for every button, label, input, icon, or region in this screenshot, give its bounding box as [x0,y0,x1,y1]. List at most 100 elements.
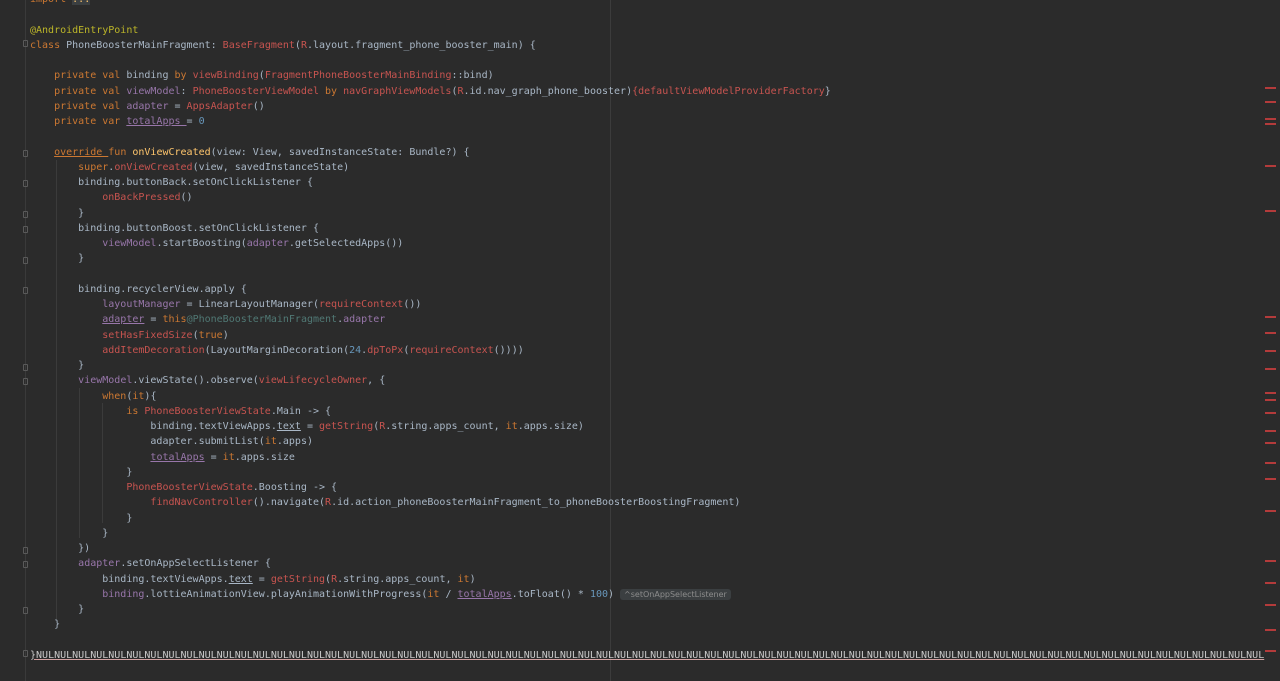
fold-marker-icon[interactable] [23,40,28,47]
code-editor[interactable]: import ... @AndroidEntryPoint class PhoneB… [0,0,1280,681]
code-token: class [30,39,67,51]
code-token: binding [126,70,175,82]
fold-marker-icon[interactable] [23,607,28,614]
code-line[interactable]: addItemDecoration(LayoutMarginDecoration… [30,343,1264,358]
code-token: import [30,0,72,5]
code-line[interactable]: super.onViewCreated(view, savedInstanceS… [30,160,1264,175]
code-line[interactable]: binding.recyclerView.apply { [30,282,1264,297]
code-line[interactable]: } [30,617,1264,632]
code-line[interactable]: @AndroidEntryPoint [30,23,1264,38]
code-line[interactable]: binding.textViewApps.text = getString(R.… [30,572,1264,587]
error-stripe-marker[interactable] [1265,368,1276,370]
code-line[interactable]: } [30,602,1264,617]
code-line[interactable]: override fun onViewCreated(view: View, s… [30,145,1264,160]
error-stripe-marker[interactable] [1265,165,1276,167]
code-line[interactable]: } [30,358,1264,373]
code-line[interactable]: adapter.setOnAppSelectListener { [30,556,1264,571]
code-token: dpToPx [367,344,404,356]
error-stripe-marker[interactable] [1265,332,1276,334]
code-line[interactable]: viewModel.startBoosting(adapter.getSelec… [30,236,1264,251]
code-line[interactable]: binding.buttonBack.setOnClickListener { [30,175,1264,190]
code-token: setHasFixedSize [102,329,193,341]
error-stripe-marker[interactable] [1265,392,1276,394]
code-line[interactable]: layoutManager = LinearLayoutManager(requ… [30,297,1264,312]
error-stripe-marker[interactable] [1265,462,1276,464]
error-stripe-marker[interactable] [1265,650,1276,652]
code-token: binding [102,588,145,600]
code-token: it [132,390,145,402]
code-token: super [30,161,109,173]
code-line[interactable]: private val adapter = AppsAdapter() [30,99,1264,114]
code-line[interactable]: } [30,511,1264,526]
code-line[interactable]: class PhoneBoosterMainFragment: BaseFrag… [30,38,1264,53]
code-token: it [264,436,277,448]
code-token: ) [222,329,229,341]
code-token: layoutManager [102,299,181,310]
fold-marker-icon[interactable] [23,150,28,157]
fold-marker-icon[interactable] [23,378,28,385]
error-stripe-marker[interactable] [1265,87,1276,89]
code-line[interactable] [30,129,1264,144]
code-line[interactable]: }NULNULNULNULNULNULNULNULNULNULNULNULNUL… [30,648,1264,663]
error-stripe-marker[interactable] [1265,629,1276,631]
code-line[interactable]: PhoneBoosterViewState.Boosting -> { [30,480,1264,495]
code-token: true [198,329,223,341]
code-line[interactable] [30,7,1264,22]
fold-marker-icon[interactable] [23,650,28,657]
code-area[interactable]: import ... @AndroidEntryPoint class PhoneB… [30,0,1264,663]
error-stripe-marker[interactable] [1265,316,1276,318]
code-token: .Main -> { [270,405,332,417]
error-stripe-marker[interactable] [1265,118,1276,120]
code-line[interactable]: }) [30,541,1264,556]
code-line[interactable]: adapter.submitList(it.apps) [30,434,1264,449]
code-line[interactable]: when(it){ [30,389,1264,404]
code-line[interactable]: is PhoneBoosterViewState.Main -> { [30,404,1264,419]
fold-marker-icon[interactable] [23,211,28,218]
code-token: binding.textViewApps. [30,421,277,432]
code-line[interactable]: viewModel.viewState().observe(viewLifecy… [30,373,1264,388]
fold-marker-icon[interactable] [23,287,28,294]
code-line[interactable]: binding.buttonBoost.setOnClickListener { [30,221,1264,236]
error-stripe-marker[interactable] [1265,510,1276,512]
error-stripe-marker[interactable] [1265,350,1276,352]
error-stripe-marker[interactable] [1265,399,1276,401]
error-stripe-marker[interactable] [1265,582,1276,584]
error-stripe-marker[interactable] [1265,442,1276,444]
fold-marker-icon[interactable] [23,561,28,568]
inline-hint: ^setOnAppSelectListener [620,588,731,600]
error-stripe-marker[interactable] [1265,560,1276,562]
error-stripe-marker[interactable] [1265,123,1276,125]
code-line[interactable]: totalApps = it.apps.size [30,450,1264,465]
code-line[interactable]: private var totalApps = 0 [30,114,1264,129]
code-line[interactable] [30,267,1264,282]
fold-marker-icon[interactable] [23,226,28,233]
code-line[interactable]: binding.lottieAnimationView.playAnimatio… [30,587,1264,602]
error-stripe-marker[interactable] [1265,412,1276,414]
error-stripe-marker[interactable] [1265,604,1276,606]
error-stripe-marker[interactable] [1265,101,1276,103]
code-line[interactable]: private val viewModel: PhoneBoosterViewM… [30,84,1264,99]
error-stripe-marker[interactable] [1265,478,1276,480]
code-line[interactable]: } [30,206,1264,221]
code-line[interactable]: onBackPressed() [30,190,1264,205]
code-line[interactable]: setHasFixedSize(true) [30,328,1264,343]
fold-marker-icon[interactable] [23,180,28,187]
code-line[interactable] [30,53,1264,68]
code-line[interactable]: } [30,526,1264,541]
fold-marker-icon[interactable] [23,364,28,371]
code-line[interactable]: } [30,465,1264,480]
fold-marker-icon[interactable] [23,547,28,554]
code-line[interactable]: binding.textViewApps.text = getString(R.… [30,419,1264,434]
error-stripe-marker[interactable] [1265,430,1276,432]
code-line[interactable]: private val binding by viewBinding(Fragm… [30,68,1264,83]
code-line[interactable]: import ... [30,0,1264,7]
code-token: adapter [78,558,121,570]
code-line[interactable] [30,633,1264,648]
code-line[interactable]: adapter = this@PhoneBoosterMainFragment.… [30,312,1264,327]
code-line[interactable]: findNavController().navigate(R.id.action… [30,495,1264,510]
code-token: = [174,100,187,112]
error-stripe-marker[interactable] [1265,210,1276,212]
fold-marker-icon[interactable] [23,257,28,264]
code-line[interactable]: } [30,251,1264,266]
